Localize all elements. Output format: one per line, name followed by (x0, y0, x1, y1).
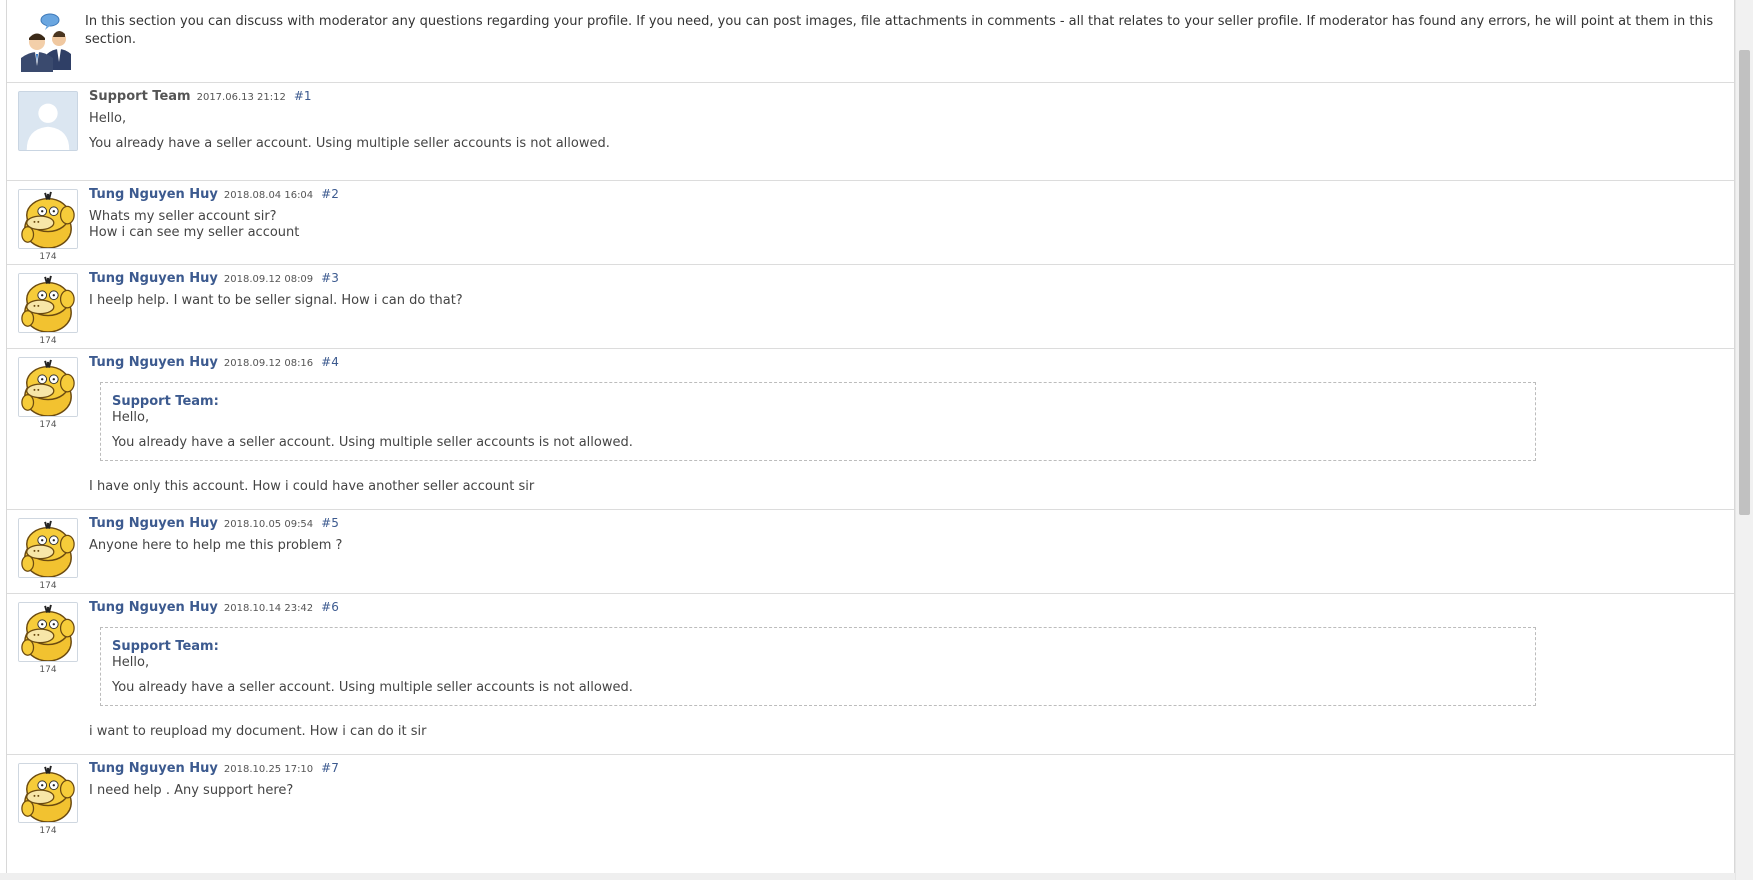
default-avatar-icon[interactable] (18, 91, 78, 151)
user-avatar-icon[interactable] (18, 602, 78, 662)
comment-post: Support Team 2017.06.13 21:12 #1 Hello, Yo… (7, 83, 1734, 181)
post-text-line: Whats my seller account sir? (89, 209, 277, 224)
user-rating: 174 (39, 826, 57, 836)
post-number-link[interactable]: #3 (321, 271, 339, 285)
post-number-link[interactable]: #6 (321, 600, 339, 614)
post-number-link[interactable]: #2 (321, 187, 339, 201)
comment-post: 174 Tung Nguyen Huy 2018.10.14 23:42 #6 Su… (7, 594, 1734, 755)
post-date: 2018.10.05 09:54 (223, 519, 314, 530)
post-text-line: Hello, (89, 111, 127, 126)
horizontal-scroll-area (0, 873, 1735, 880)
post-author[interactable]: Tung Nguyen Huy (89, 271, 218, 286)
post-author[interactable]: Tung Nguyen Huy (89, 761, 218, 776)
post-text-line: I have only this account. How i could ha… (89, 479, 535, 494)
post-author[interactable]: Tung Nguyen Huy (89, 516, 218, 531)
page: In this section you can discuss with mod… (0, 0, 1735, 873)
post-number-link[interactable]: #7 (321, 761, 339, 775)
post-number-link[interactable]: #5 (321, 516, 339, 530)
comment-post: 174 Tung Nguyen Huy 2018.09.12 08:09 #3 I … (7, 265, 1734, 349)
post-body: Hello, You already have a seller account… (89, 111, 1720, 152)
post-text-line: I heelp help. I want to be seller signal… (89, 293, 463, 308)
post-author[interactable]: Tung Nguyen Huy (89, 187, 218, 202)
user-avatar-icon[interactable] (18, 357, 78, 417)
user-avatar-icon[interactable] (18, 189, 78, 249)
user-rating: 174 (39, 420, 57, 430)
discussion-people-icon (17, 12, 79, 72)
post-header: Tung Nguyen Huy 2018.10.25 17:10 #7 (89, 761, 339, 776)
post-date: 2018.09.12 08:09 (223, 274, 314, 285)
post-date: 2017.06.13 21:12 (196, 92, 286, 103)
post-date: 2018.10.14 23:42 (223, 603, 314, 614)
post-header: Tung Nguyen Huy 2018.08.04 16:04 #2 (89, 187, 339, 202)
comment-post: 174 Tung Nguyen Huy 2018.09.12 08:16 #4 Su… (7, 349, 1734, 510)
post-body: Support Team: Hello, You already have a … (89, 377, 1720, 495)
post-body: I need help . Any support here? (89, 783, 1720, 799)
quote-text-line: Hello, (112, 410, 150, 425)
post-header: Tung Nguyen Huy 2018.10.14 23:42 #6 (89, 600, 339, 615)
post-body: Anyone here to help me this problem ? (89, 538, 1720, 554)
quote-text-line: You already have a seller account. Using… (112, 435, 633, 450)
vertical-scrollbar[interactable] (1735, 0, 1753, 880)
user-avatar-icon[interactable] (18, 518, 78, 578)
post-header: Tung Nguyen Huy 2018.09.12 08:09 #3 (89, 271, 339, 286)
post-body: Whats my seller account sir? How i can s… (89, 209, 1720, 241)
post-header: Tung Nguyen Huy 2018.09.12 08:16 #4 (89, 355, 339, 370)
comment-post: 174 Tung Nguyen Huy 2018.10.25 17:10 #7 I … (7, 755, 1734, 839)
quote-text-line: You already have a seller account. Using… (112, 680, 633, 695)
post-body: Support Team: Hello, You already have a … (89, 622, 1720, 740)
quote-author: Support Team: (112, 639, 219, 654)
post-date: 2018.08.04 16:04 (223, 190, 314, 201)
user-rating: 174 (39, 581, 57, 591)
quote-text-line: Hello, (112, 655, 150, 670)
post-text-line: i want to reupload my document. How i ca… (89, 724, 427, 739)
post-header: Support Team 2017.06.13 21:12 #1 (89, 89, 312, 104)
user-avatar-icon[interactable] (18, 273, 78, 333)
user-rating: 174 (39, 252, 57, 262)
post-number-link[interactable]: #1 (294, 89, 312, 103)
post-number-link[interactable]: #4 (321, 355, 339, 369)
post-text-line: How i can see my seller account (89, 225, 300, 240)
quoted-reply: Support Team: Hello, You already have a … (100, 382, 1536, 461)
intro-section: In this section you can discuss with mod… (7, 0, 1734, 83)
intro-text: In this section you can discuss with mod… (85, 14, 1714, 47)
post-text-line: Anyone here to help me this problem ? (89, 538, 343, 553)
user-rating: 174 (39, 665, 57, 675)
comment-post: 174 Tung Nguyen Huy 2018.10.05 09:54 #5 An… (7, 510, 1734, 594)
post-header: Tung Nguyen Huy 2018.10.05 09:54 #5 (89, 516, 339, 531)
post-author[interactable]: Tung Nguyen Huy (89, 600, 218, 615)
post-text-line: You already have a seller account. Using… (89, 136, 610, 151)
post-body: I heelp help. I want to be seller signal… (89, 293, 1720, 309)
quote-author: Support Team: (112, 394, 219, 409)
discussion-panel: In this section you can discuss with mod… (6, 0, 1735, 873)
post-date: 2018.09.12 08:16 (223, 358, 314, 369)
post-author[interactable]: Tung Nguyen Huy (89, 355, 218, 370)
comment-post: 174 Tung Nguyen Huy 2018.08.04 16:04 #2 Wh… (7, 181, 1734, 265)
post-date: 2018.10.25 17:10 (223, 764, 314, 775)
quoted-reply: Support Team: Hello, You already have a … (100, 627, 1536, 706)
post-author[interactable]: Support Team (89, 89, 191, 104)
post-text-line: I need help . Any support here? (89, 783, 294, 798)
user-rating: 174 (39, 336, 57, 346)
scrollbar-thumb[interactable] (1739, 50, 1750, 515)
user-avatar-icon[interactable] (18, 763, 78, 823)
